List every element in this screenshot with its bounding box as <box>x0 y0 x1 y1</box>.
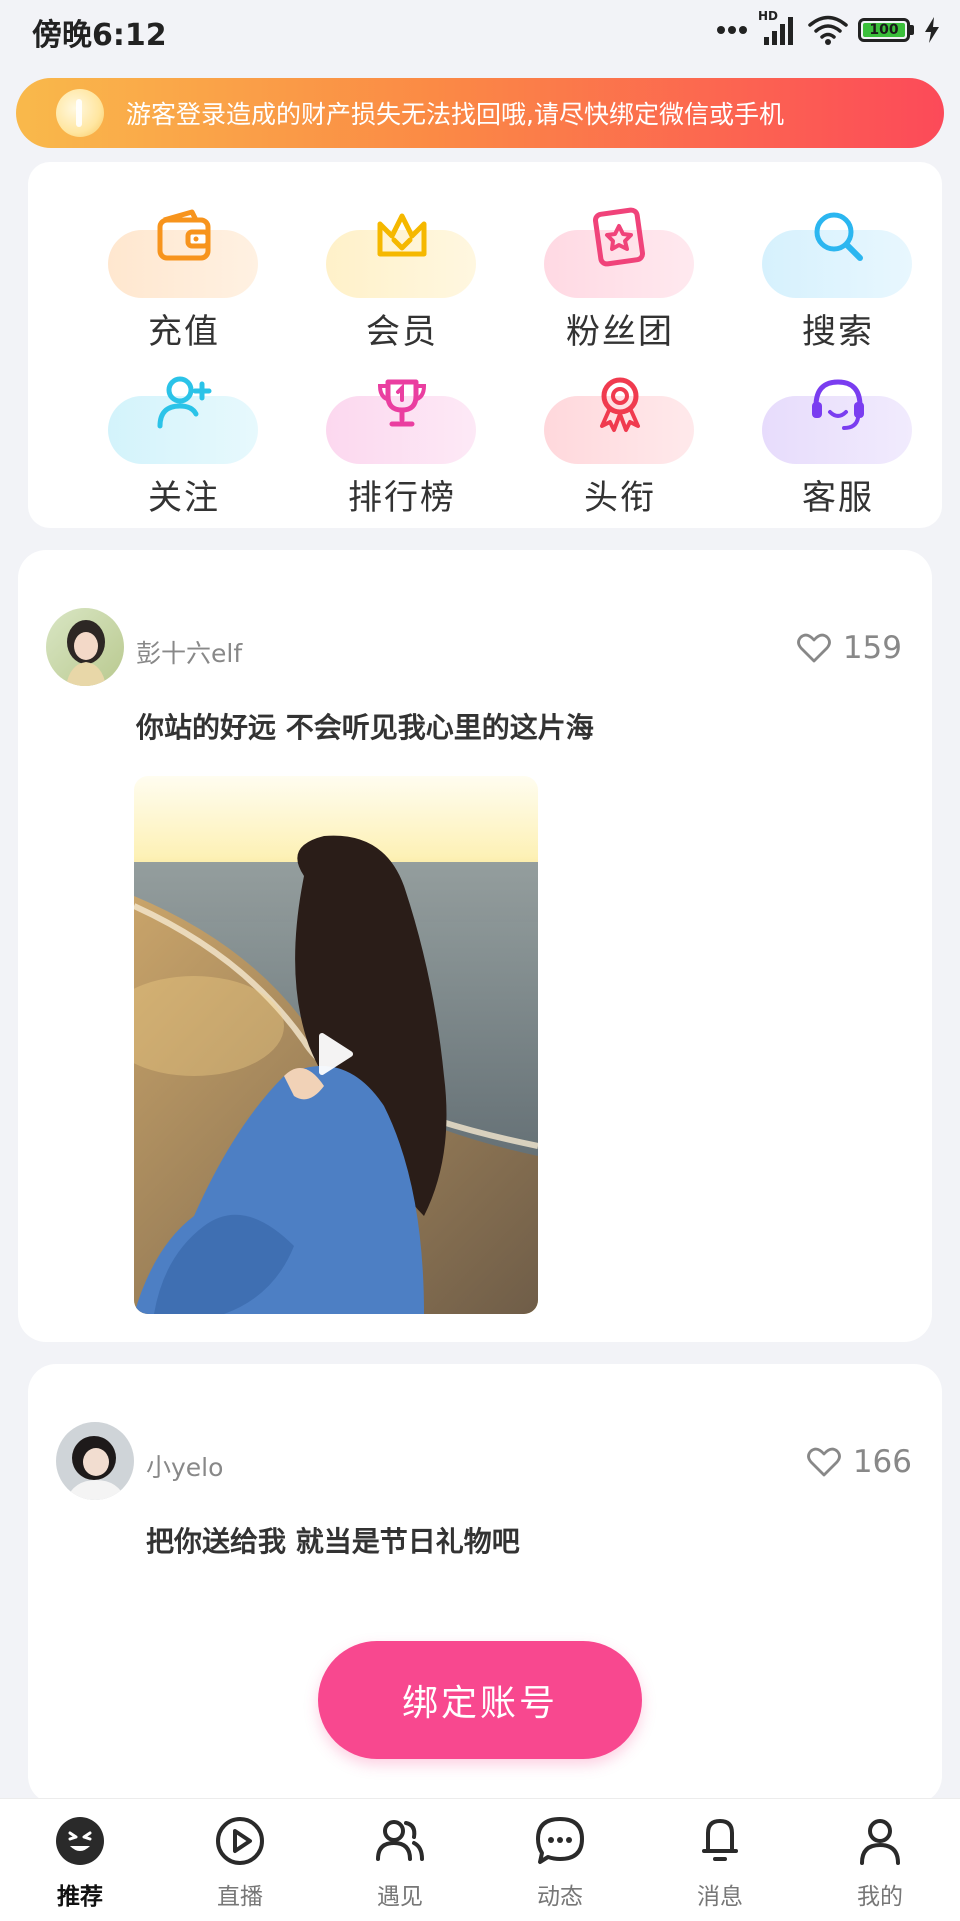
fan-badge-icon <box>593 207 645 267</box>
menu-fan-club[interactable]: 粉丝团 <box>522 192 702 352</box>
play-circle-icon <box>216 1817 264 1865</box>
post-caption: 把你送给我 就当是节日礼物吧 <box>146 1525 520 1558</box>
menu-recharge[interactable]: 充值 <box>86 192 266 352</box>
chat-bubble-icon <box>536 1817 584 1864</box>
like-count: 166 <box>852 1444 912 1480</box>
menu-label: 客服 <box>802 478 874 518</box>
tab-meet[interactable]: 遇见 <box>320 1799 480 1921</box>
menu-label: 搜索 <box>802 312 874 352</box>
post-video-thumbnail[interactable] <box>134 776 538 1314</box>
smile-face-icon <box>56 1817 104 1865</box>
people-icon <box>376 1820 424 1861</box>
notice-coin-icon <box>56 89 104 137</box>
status-time: 傍晚6:12 <box>32 18 167 53</box>
headset-icon <box>812 379 864 430</box>
nav-label: 遇见 <box>377 1884 423 1910</box>
quick-menu: 充值 会员 粉丝团 搜索 关注 排行榜 头衔 客服 <box>28 162 942 528</box>
nav-label: 我的 <box>857 1884 903 1910</box>
notice-text: 游客登录造成的财产损失无法找回哦,请尽快绑定微信或手机 <box>126 100 784 129</box>
heart-icon <box>796 633 831 663</box>
menu-ranking[interactable]: 排行榜 <box>304 358 484 518</box>
nav-label: 消息 <box>697 1884 743 1910</box>
menu-label: 会员 <box>366 312 438 352</box>
wallet-icon <box>157 209 211 261</box>
menu-follow[interactable]: 关注 <box>86 358 266 518</box>
user-avatar[interactable] <box>46 608 124 686</box>
search-icon <box>814 212 863 261</box>
medal-icon <box>600 377 640 432</box>
bind-account-button[interactable]: 绑定账号 <box>318 1641 642 1759</box>
menu-label: 充值 <box>148 312 220 352</box>
like-count: 159 <box>842 630 902 666</box>
trophy-icon <box>377 379 427 427</box>
menu-label: 粉丝团 <box>566 312 674 352</box>
add-user-icon <box>157 376 212 429</box>
nav-label: 推荐 <box>57 1884 103 1910</box>
tab-moments[interactable]: 动态 <box>480 1799 640 1921</box>
more-dots-icon <box>717 26 747 34</box>
post-card[interactable]: 彭十六elf 159 你站的好远 不会听见我心里的这片海 <box>18 550 932 1342</box>
tab-profile[interactable]: 我的 <box>800 1799 960 1921</box>
guest-login-notice[interactable]: 游客登录造成的财产损失无法找回哦,请尽快绑定微信或手机 <box>16 78 944 148</box>
menu-customer-service[interactable]: 客服 <box>740 358 920 518</box>
like-button[interactable]: 166 <box>806 1444 912 1480</box>
username[interactable]: 彭十六elf <box>136 634 242 670</box>
menu-label: 排行榜 <box>348 478 456 518</box>
signal-icon: HD <box>758 9 798 47</box>
menu-vip[interactable]: 会员 <box>304 192 484 352</box>
tab-live[interactable]: 直播 <box>160 1799 320 1921</box>
battery-icon: 100 <box>858 18 914 42</box>
tab-recommend[interactable]: 推荐 <box>0 1799 160 1921</box>
user-icon <box>860 1819 900 1865</box>
bottom-nav: 推荐 直播 遇见 动态 消息 我的 <box>0 1798 960 1921</box>
menu-search[interactable]: 搜索 <box>740 192 920 352</box>
charging-icon <box>925 17 939 43</box>
heart-icon <box>806 1447 841 1477</box>
crown-icon <box>377 213 427 257</box>
username[interactable]: 小yelo <box>146 1448 223 1484</box>
status-icons: HD 100 <box>716 9 940 48</box>
nav-label: 动态 <box>537 1884 583 1910</box>
menu-label: 头衔 <box>584 478 656 518</box>
battery-level: 100 <box>863 22 905 38</box>
bell-icon <box>702 1819 738 1861</box>
post-caption: 你站的好远 不会听见我心里的这片海 <box>136 711 594 744</box>
nav-label: 直播 <box>217 1884 263 1910</box>
menu-label: 关注 <box>148 478 220 518</box>
menu-title[interactable]: 头衔 <box>522 358 702 518</box>
like-button[interactable]: 159 <box>796 630 902 666</box>
user-avatar[interactable] <box>56 1422 134 1500</box>
status-bar: 傍晚6:12 HD 100 <box>0 0 960 62</box>
tab-messages[interactable]: 消息 <box>640 1799 800 1921</box>
wifi-icon <box>808 15 848 45</box>
